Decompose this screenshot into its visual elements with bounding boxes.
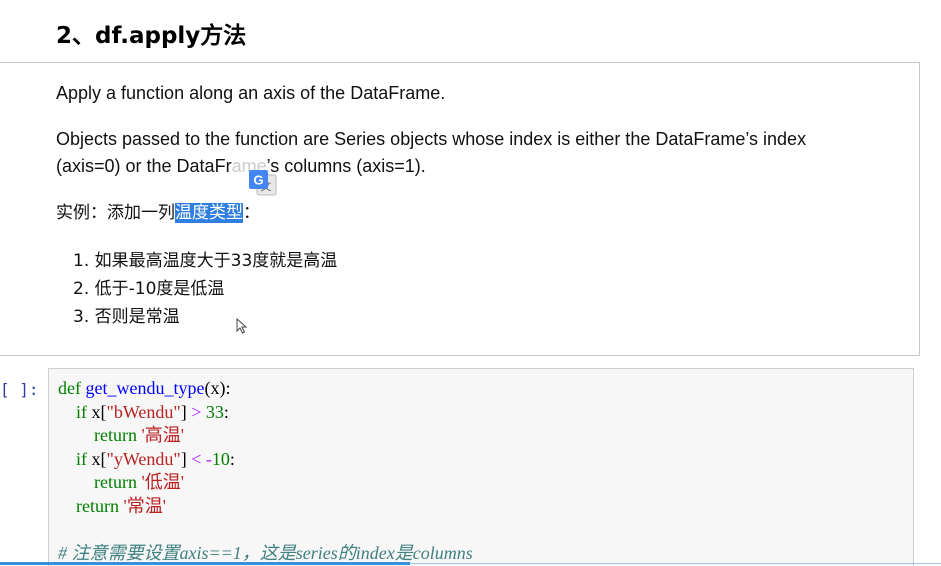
code-text: x[ bbox=[87, 401, 107, 422]
cell-prompt: [ ]: bbox=[0, 380, 39, 399]
list-item: 2. 低于-10度是低温 bbox=[73, 279, 225, 299]
code-text: x[ bbox=[87, 448, 107, 469]
description-line-2a: (axis=0) or the DataFr bbox=[56, 156, 232, 176]
code-string: "yWendu" bbox=[106, 448, 181, 469]
code-function-name: get_wendu_type bbox=[85, 378, 205, 398]
code-text: : bbox=[229, 448, 235, 469]
code-keyword: def bbox=[58, 378, 81, 398]
list-item: 3. 否则是常温 bbox=[73, 307, 180, 327]
section-heading: 2、df.apply方法 bbox=[56, 23, 247, 49]
code-keyword: return bbox=[94, 425, 137, 445]
description-line-1: Objects passed to the function are Serie… bbox=[56, 129, 807, 149]
example-line: 实例：添加一列温度类型： bbox=[56, 200, 260, 227]
mouse-cursor-icon bbox=[236, 317, 248, 334]
code-number: 33 bbox=[205, 401, 224, 422]
code-text: (x): bbox=[204, 378, 231, 398]
google-translate-icon[interactable]: 文 G bbox=[248, 168, 278, 198]
code-number: 10 bbox=[211, 448, 230, 469]
code-text: ] bbox=[180, 448, 192, 469]
code-text: : bbox=[223, 401, 229, 422]
code-string: '高温' bbox=[141, 425, 184, 445]
description-line: Apply a function along an axis of the Da… bbox=[56, 83, 446, 103]
code-operator: < bbox=[191, 448, 202, 469]
description-paragraph: Objects passed to the function are Serie… bbox=[56, 126, 806, 180]
code-keyword: return bbox=[94, 472, 137, 492]
rules-list: 1. 如果最高温度大于33度就是高温 2. 低于-10度是低温 3. 否则是常温 bbox=[73, 247, 337, 331]
code-keyword: if bbox=[76, 401, 87, 422]
horizontal-scroll-indicator[interactable] bbox=[0, 562, 410, 565]
code-text: ] bbox=[180, 401, 192, 422]
code-string: "bWendu" bbox=[106, 401, 181, 422]
code-keyword: return bbox=[76, 495, 119, 516]
code-keyword: if bbox=[76, 448, 87, 469]
selected-text[interactable]: 温度类型 bbox=[175, 203, 243, 223]
description-line-2b: ’s columns (axis=1). bbox=[266, 156, 426, 176]
list-item: 1. 如果最高温度大于33度就是高温 bbox=[73, 251, 338, 271]
example-suffix: ： bbox=[243, 203, 260, 223]
example-prefix: 实例：添加一列 bbox=[56, 203, 175, 223]
code-string: '常温' bbox=[123, 495, 166, 516]
code-comment: # 注意需要设置axis==1，这是series的index是columns bbox=[58, 542, 473, 563]
code-content[interactable]: def get_wendu_type(x): if x["bWendu"] > … bbox=[58, 377, 473, 565]
code-string: '低温' bbox=[141, 472, 184, 492]
svg-text:G: G bbox=[253, 173, 263, 188]
horizontal-scroll-track bbox=[410, 563, 941, 564]
code-operator: > bbox=[191, 401, 202, 422]
